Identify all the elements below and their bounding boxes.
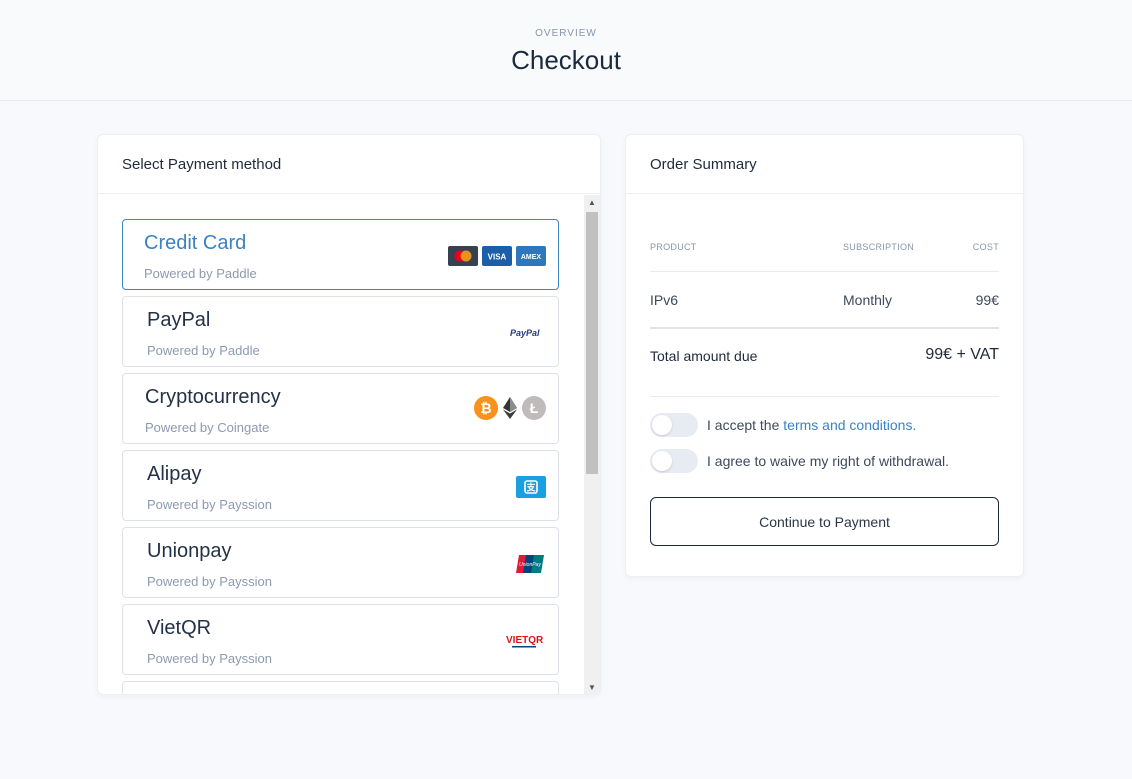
vietqr-logo-text: VIETQR	[506, 635, 544, 646]
amex-logo-text: AMEX	[521, 254, 542, 261]
paypal-icon: PayPal	[510, 328, 540, 338]
mastercard-icon	[448, 246, 478, 266]
visa-icon: VISA	[482, 246, 512, 266]
method-alipay[interactable]: Alipay Powered by Payssion 支	[122, 450, 559, 521]
svg-text:₿: ₿	[480, 400, 491, 416]
order-summary-card: Order Summary PRODUCT SUBSCRIPTION COST …	[625, 134, 1024, 577]
terms-toggle[interactable]	[650, 413, 698, 437]
divider	[650, 327, 999, 329]
col-header-product: PRODUCT	[650, 242, 697, 252]
method-credit-card[interactable]: Credit Card Powered by Paddle VISA AMEX	[122, 219, 559, 290]
method-name: VietQR	[147, 617, 212, 639]
litecoin-icon: Ł	[522, 396, 546, 420]
divider	[650, 396, 999, 397]
method-provider: Powered by Payssion	[147, 497, 273, 512]
method-provider: Powered by Payssion	[147, 651, 273, 666]
method-provider: Powered by Paddle	[147, 343, 260, 358]
payment-list-scrollbar[interactable]: ▲ ▼	[584, 195, 600, 694]
method-name: Cryptocurrency	[145, 386, 281, 408]
method-unionpay[interactable]: Unionpay Powered by Payssion UnionPay	[122, 527, 559, 598]
col-header-cost: COST	[972, 242, 999, 252]
scroll-down-arrow-icon[interactable]: ▼	[584, 680, 600, 694]
method-paypal[interactable]: PayPal Powered by Paddle PayPal	[122, 296, 559, 367]
scroll-up-arrow-icon[interactable]: ▲	[584, 195, 600, 211]
payment-method-title: Select Payment method	[98, 135, 600, 194]
waive-label: I agree to waive my right of withdrawal.	[707, 453, 949, 469]
continue-to-payment-button[interactable]: Continue to Payment	[650, 497, 999, 546]
waive-toggle[interactable]	[650, 449, 698, 473]
unionpay-logo-text: UnionPay	[519, 562, 541, 568]
method-name: Alipay	[147, 463, 202, 485]
row-product: IPv6	[650, 292, 679, 308]
bitcoin-icon: ₿	[474, 396, 498, 420]
order-summary-title: Order Summary	[626, 135, 1023, 194]
method-name: PayPal	[147, 309, 211, 331]
method-provider: Powered by Coingate	[145, 420, 270, 435]
divider	[650, 271, 999, 272]
method-vietqr[interactable]: VietQR Powered by Payssion VIETQR	[122, 604, 559, 675]
method-name: Unionpay	[147, 540, 232, 562]
amex-icon: AMEX	[516, 246, 546, 266]
svg-text:支: 支	[525, 482, 536, 493]
svg-text:Ł: Ł	[530, 400, 539, 416]
terms-label: I accept the terms and conditions.	[707, 417, 917, 433]
unionpay-icon: UnionPay	[516, 555, 544, 573]
alipay-icon: 支	[516, 476, 546, 498]
payment-method-card: Select Payment method Credit Card Powere…	[97, 134, 601, 695]
paypal-logo-text: PayPal	[510, 328, 540, 338]
total-label: Total amount due	[650, 348, 758, 364]
page-overline: OVERVIEW	[535, 28, 597, 39]
method-provider: Powered by Paddle	[144, 266, 257, 281]
row-subscription: Monthly	[843, 292, 893, 308]
payment-method-list: Credit Card Powered by Paddle VISA AMEX	[98, 195, 582, 694]
row-cost: 99€	[975, 292, 999, 308]
toggle-knob	[652, 415, 672, 435]
method-name: Credit Card	[144, 232, 247, 254]
ethereum-icon	[503, 397, 517, 419]
method-partial[interactable]	[122, 681, 559, 694]
toggle-knob	[652, 451, 672, 471]
vietqr-icon: VIETQR	[506, 635, 544, 648]
method-provider: Powered by Payssion	[147, 574, 273, 589]
method-cryptocurrency[interactable]: Cryptocurrency Powered by Coingate ₿ Ł	[122, 373, 559, 444]
total-value: 99€ + VAT	[925, 346, 999, 363]
scroll-thumb[interactable]	[586, 212, 598, 474]
page-header: OVERVIEW Checkout	[0, 0, 1132, 101]
visa-logo-text: VISA	[488, 253, 507, 262]
col-header-subscription: SUBSCRIPTION	[843, 242, 915, 252]
terms-link[interactable]: terms and conditions.	[783, 417, 916, 433]
page-title: Checkout	[511, 45, 621, 75]
